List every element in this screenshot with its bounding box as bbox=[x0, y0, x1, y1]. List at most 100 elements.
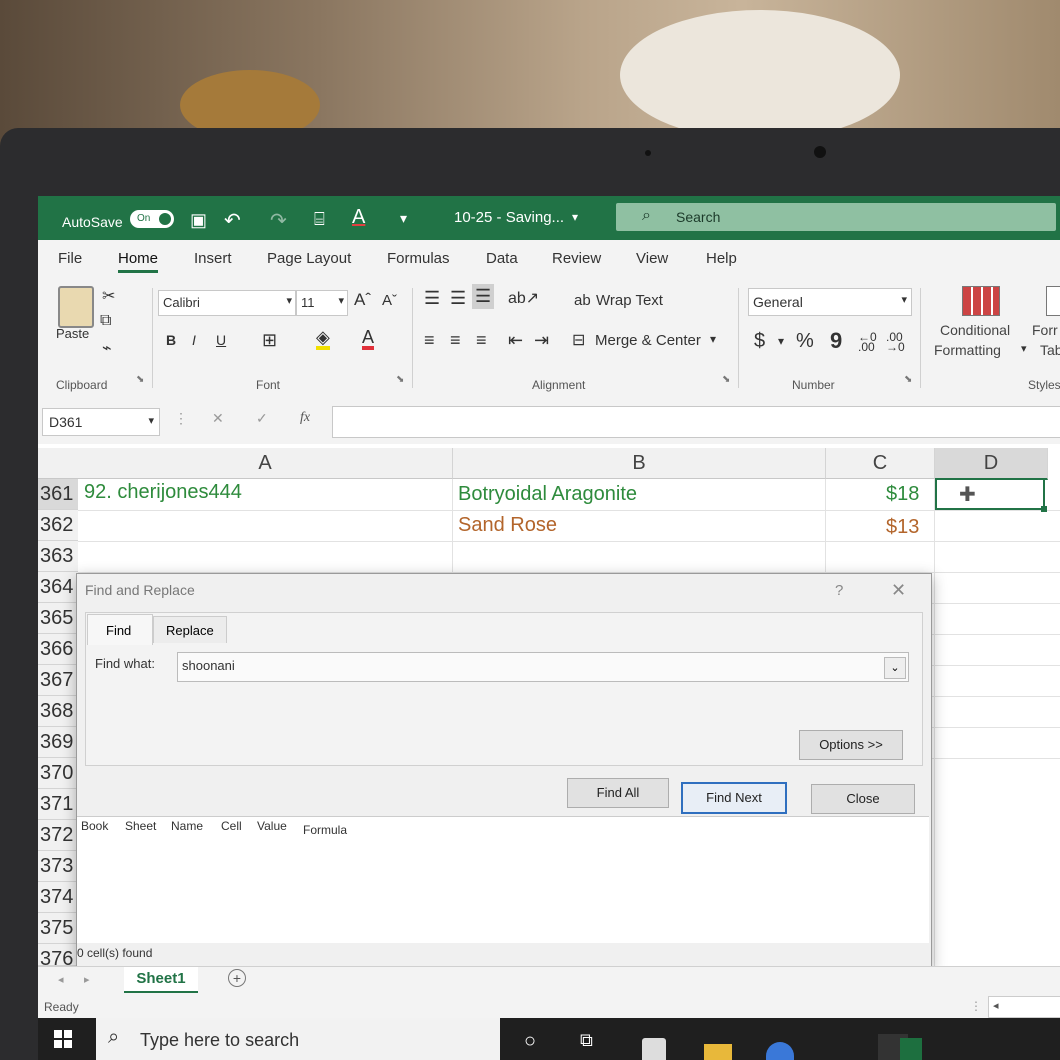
find-all-button[interactable]: Find All bbox=[567, 778, 669, 808]
row-header[interactable]: 368 bbox=[38, 696, 78, 727]
row-header[interactable]: 369 bbox=[38, 727, 78, 758]
font-size-select[interactable]: 11 ▾ bbox=[296, 290, 348, 316]
result-column-value[interactable]: Value bbox=[257, 819, 287, 833]
font-color-quick-icon[interactable]: A bbox=[352, 206, 365, 229]
row-header[interactable]: 373 bbox=[38, 851, 78, 882]
conditional-formatting-line2[interactable]: Formatting bbox=[934, 342, 1001, 358]
result-column-formula[interactable]: Formula bbox=[303, 823, 347, 837]
wrap-text-icon[interactable]: ab bbox=[574, 292, 591, 309]
tab-home[interactable]: Home bbox=[118, 250, 159, 273]
row-header[interactable]: 375 bbox=[38, 913, 78, 944]
italic-button[interactable]: I bbox=[192, 332, 196, 348]
row-header[interactable]: 367 bbox=[38, 665, 78, 696]
fill-color-icon[interactable]: ◈ bbox=[316, 328, 330, 350]
task-view-icon[interactable]: ⧉ bbox=[580, 1030, 593, 1051]
options-button[interactable]: Options >> bbox=[799, 730, 903, 760]
scroll-right-icon[interactable]: ▸ bbox=[84, 973, 90, 986]
increase-font-icon[interactable]: Aˆ bbox=[354, 290, 371, 310]
scroll-left-icon[interactable]: ◂ bbox=[58, 973, 64, 986]
column-header-c[interactable]: C bbox=[826, 448, 935, 479]
format-table-icon[interactable] bbox=[1046, 286, 1060, 316]
undo-icon[interactable]: ↶ bbox=[224, 208, 241, 233]
paste-button[interactable]: Paste bbox=[56, 326, 89, 341]
cortana-icon[interactable]: ○ bbox=[524, 1030, 536, 1053]
dialog-close-icon[interactable]: ✕ bbox=[891, 580, 906, 601]
borders-icon[interactable]: ⊞ bbox=[262, 330, 277, 351]
align-bottom-icon[interactable]: ☰ bbox=[472, 284, 495, 309]
insert-function-button[interactable]: fx bbox=[300, 410, 310, 426]
redo-icon[interactable]: ↷ bbox=[270, 208, 287, 233]
cell-a361[interactable]: 92. cherijones444 bbox=[84, 481, 242, 504]
find-what-input[interactable]: shoonani ⌄ bbox=[177, 652, 909, 682]
tab-help[interactable]: Help bbox=[706, 250, 737, 267]
merge-icon[interactable]: ⊟ bbox=[572, 330, 585, 350]
find-next-button[interactable]: Find Next bbox=[681, 782, 787, 814]
chevron-down-icon[interactable]: ⌄ bbox=[884, 657, 906, 679]
font-name-select[interactable]: Calibri ▾ bbox=[158, 290, 296, 316]
increase-decimal-icon[interactable]: ←0.00 bbox=[858, 331, 877, 353]
search-box[interactable]: ⌕ Search bbox=[616, 203, 1056, 231]
selected-cell-d361[interactable]: ✚ bbox=[935, 478, 1047, 512]
sheet-tab-sheet1[interactable]: Sheet1 bbox=[124, 967, 198, 993]
comma-button[interactable]: 9 bbox=[830, 328, 842, 354]
add-sheet-button[interactable]: + bbox=[228, 969, 246, 987]
tab-page-layout[interactable]: Page Layout bbox=[267, 250, 351, 267]
excel-taskbar-icon[interactable] bbox=[900, 1038, 922, 1060]
percent-button[interactable]: % bbox=[796, 330, 814, 353]
chevron-down-icon[interactable]: ▾ bbox=[778, 334, 784, 348]
autosave-toggle[interactable]: On bbox=[130, 210, 174, 228]
customize-qat-icon[interactable]: ▾ bbox=[400, 210, 407, 227]
copy-icon[interactable]: ⧉ bbox=[100, 312, 111, 330]
format-table-line2[interactable]: Tab bbox=[1040, 342, 1060, 358]
result-column-cell[interactable]: Cell bbox=[221, 819, 242, 833]
increase-indent-icon[interactable]: ⇥ bbox=[534, 330, 549, 351]
help-button[interactable]: ? bbox=[835, 582, 843, 599]
align-right-icon[interactable]: ≡ bbox=[476, 330, 487, 351]
enter-icon[interactable]: ✓ bbox=[256, 410, 268, 427]
cell-b361[interactable]: Botryoidal Aragonite bbox=[458, 483, 637, 506]
tab-formulas[interactable]: Formulas bbox=[387, 250, 450, 267]
result-column-name[interactable]: Name bbox=[171, 819, 203, 833]
row-header[interactable]: 372 bbox=[38, 820, 78, 851]
row-header[interactable]: 371 bbox=[38, 789, 78, 820]
decrease-font-icon[interactable]: Aˇ bbox=[382, 292, 397, 309]
bold-button[interactable]: B bbox=[166, 332, 176, 348]
dialog-launcher-icon[interactable]: ⬊ bbox=[722, 374, 730, 385]
dialog-launcher-icon[interactable]: ⬊ bbox=[396, 374, 404, 385]
row-header[interactable]: 361 bbox=[38, 479, 78, 510]
row-header[interactable]: 366 bbox=[38, 634, 78, 665]
row-header[interactable]: 365 bbox=[38, 603, 78, 634]
close-button[interactable]: Close bbox=[811, 784, 915, 814]
tab-data[interactable]: Data bbox=[486, 250, 518, 267]
tab-review[interactable]: Review bbox=[552, 250, 601, 267]
align-top-icon[interactable]: ☰ bbox=[424, 288, 440, 309]
dialog-launcher-icon[interactable]: ⬊ bbox=[904, 374, 912, 385]
horizontal-scrollbar[interactable]: ◂ bbox=[988, 996, 1060, 1018]
paste-icon[interactable] bbox=[58, 286, 94, 328]
row-header[interactable]: 364 bbox=[38, 572, 78, 603]
save-icon[interactable]: ▣ bbox=[190, 210, 207, 231]
tab-find[interactable]: Find bbox=[87, 614, 153, 645]
tab-replace[interactable]: Replace bbox=[153, 616, 227, 643]
orientation-icon[interactable]: ab↗ bbox=[508, 288, 539, 308]
merge-center-button[interactable]: Merge & Center bbox=[595, 332, 701, 349]
windows-start-icon[interactable] bbox=[54, 1030, 72, 1048]
result-column-sheet[interactable]: Sheet bbox=[125, 819, 156, 833]
row-header[interactable]: 376 bbox=[38, 944, 78, 966]
formula-input[interactable] bbox=[332, 406, 1060, 438]
align-left-icon[interactable]: ≡ bbox=[424, 330, 435, 351]
scroll-left-icon[interactable]: ◂ bbox=[993, 999, 999, 1012]
decrease-decimal-icon[interactable]: .00 →0 bbox=[886, 331, 905, 353]
taskbar-search[interactable]: ⌕ Type here to search bbox=[96, 1018, 500, 1060]
open-folder-icon[interactable]: ⌸ bbox=[314, 209, 325, 230]
cancel-icon[interactable]: ✕ bbox=[212, 410, 224, 427]
results-list[interactable]: Book Sheet Name Cell Value Formula bbox=[77, 816, 929, 943]
file-explorer-icon[interactable] bbox=[704, 1044, 732, 1060]
document-title[interactable]: 10-25 - Saving... bbox=[454, 209, 564, 226]
conditional-formatting-icon[interactable] bbox=[962, 286, 1000, 316]
chevron-down-icon[interactable]: ▾ bbox=[710, 332, 716, 346]
cell-c361[interactable]: $18 bbox=[886, 483, 919, 506]
decrease-indent-icon[interactable]: ⇤ bbox=[508, 330, 523, 351]
row-header[interactable]: 363 bbox=[38, 541, 78, 572]
dialog-launcher-icon[interactable]: ⬊ bbox=[136, 374, 144, 385]
